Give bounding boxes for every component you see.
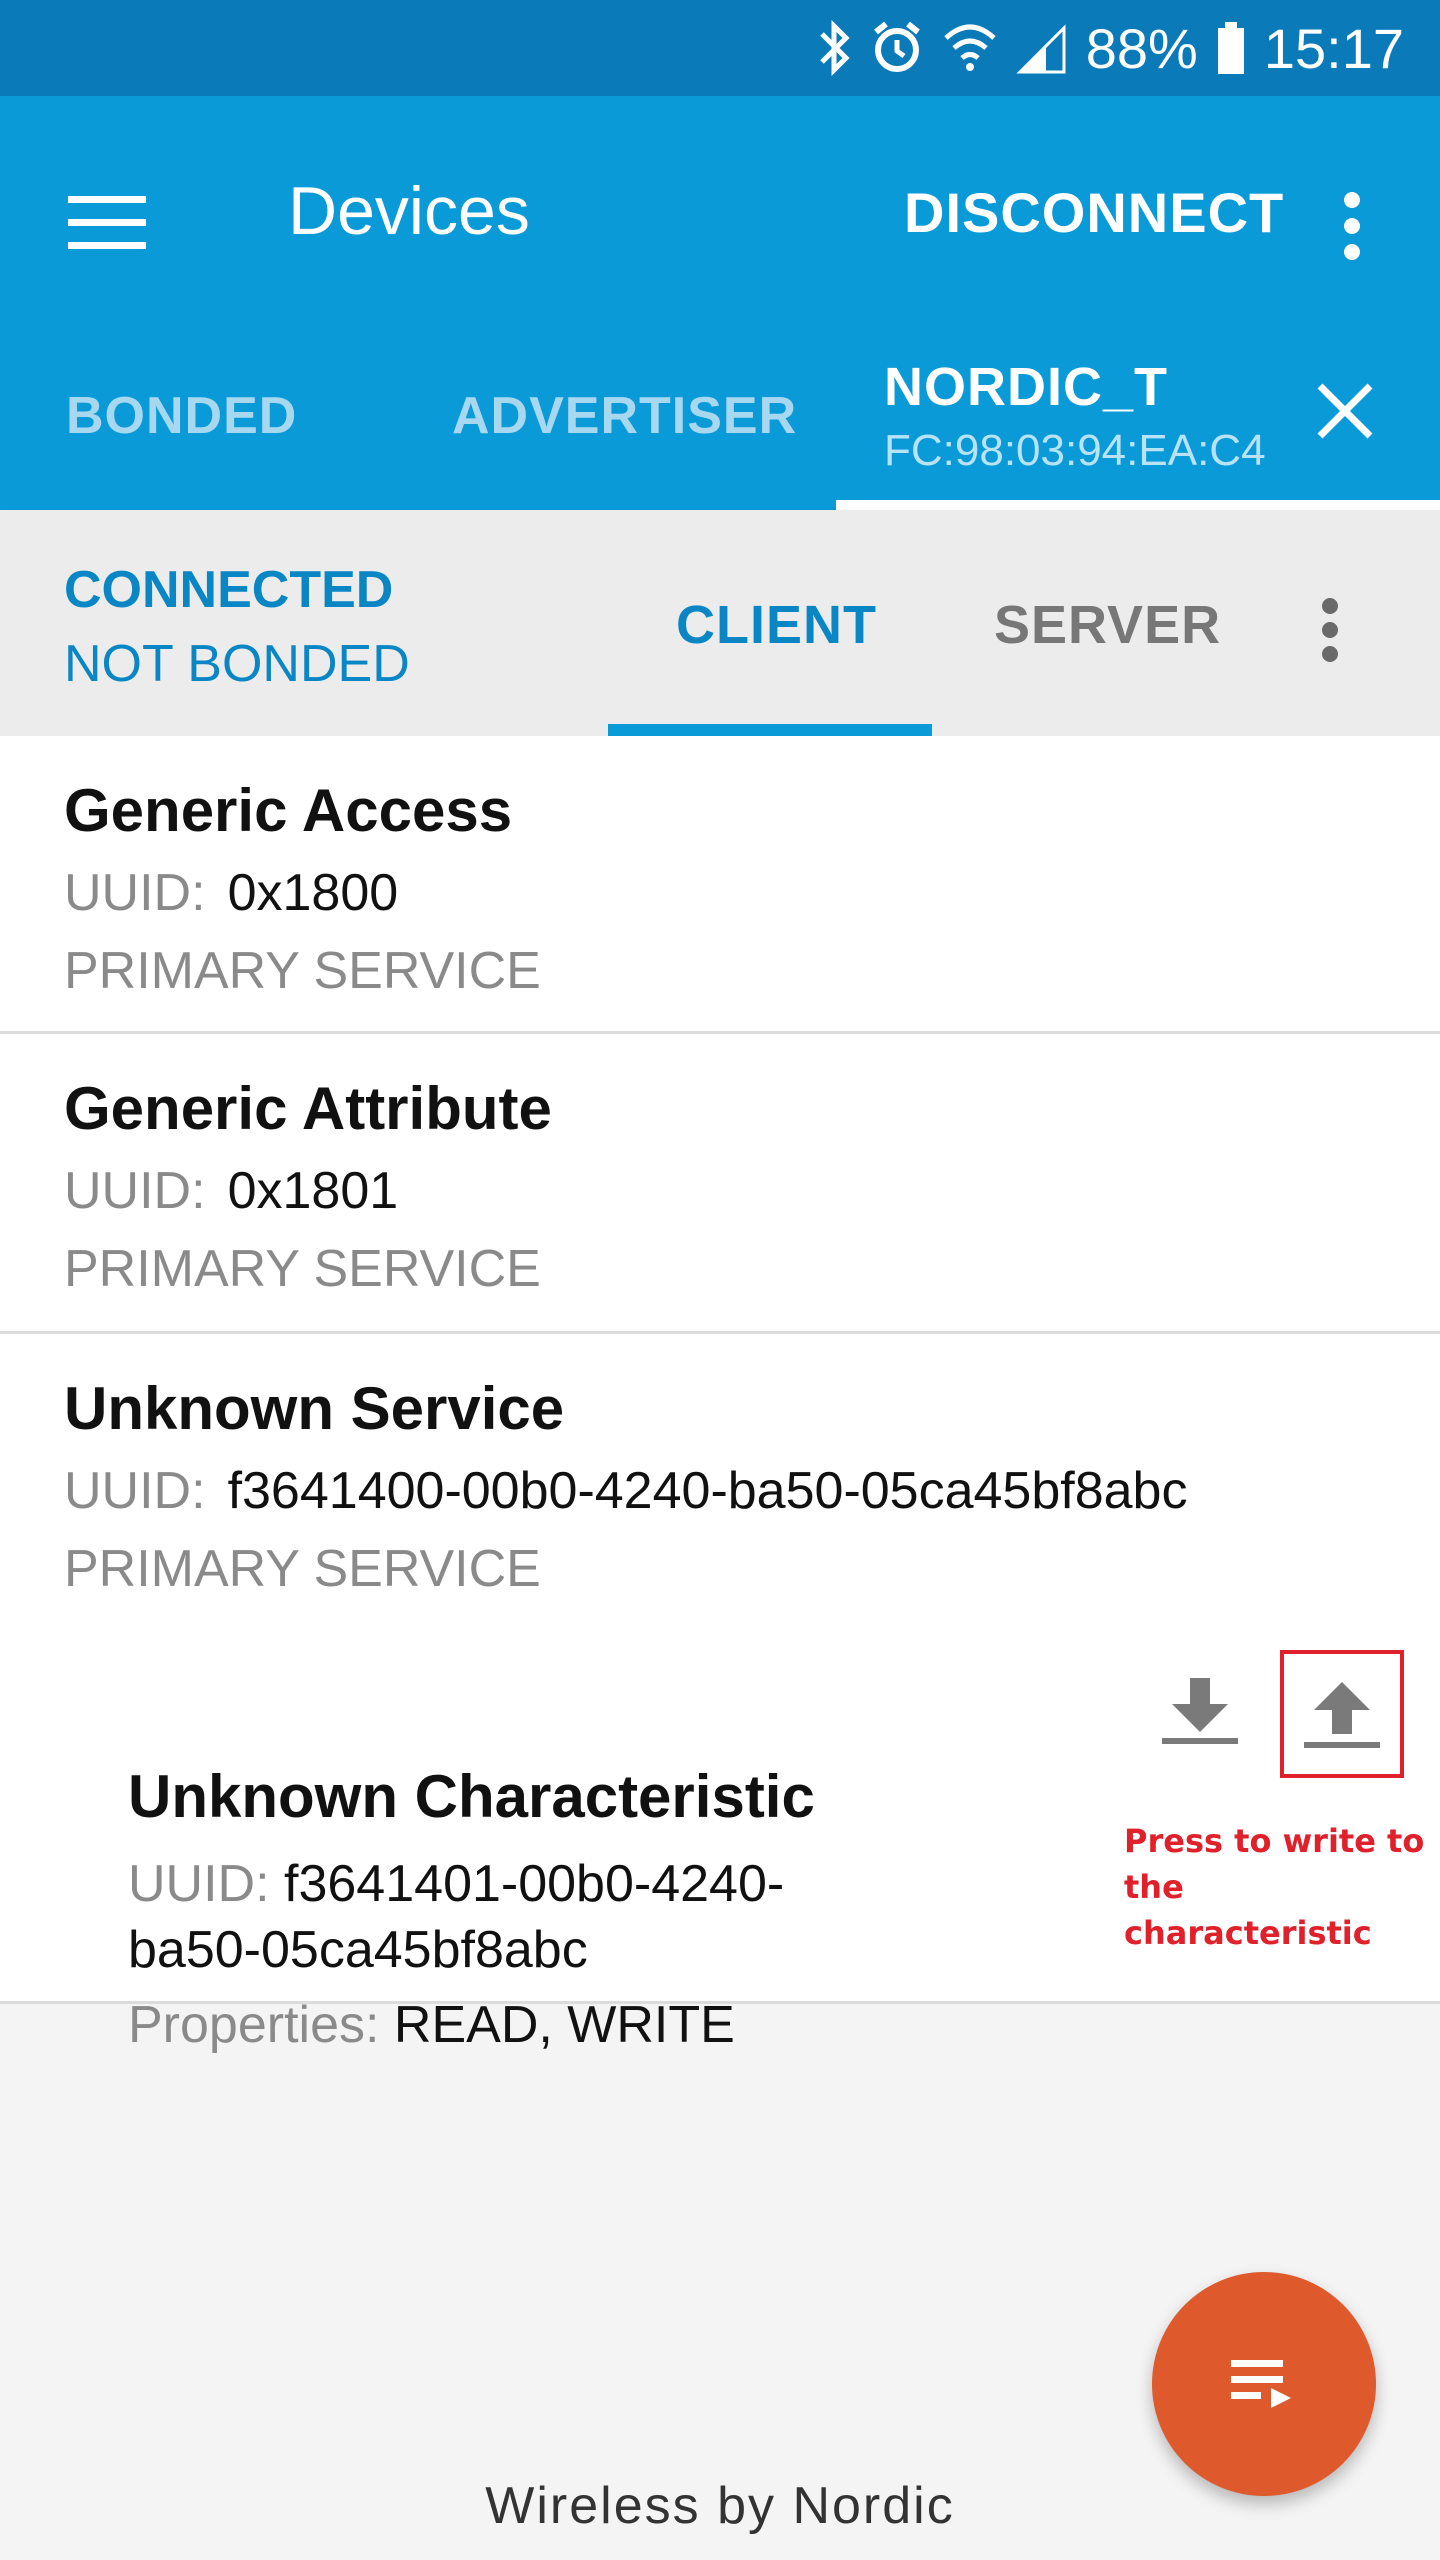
bluetooth-icon xyxy=(818,20,852,76)
close-icon[interactable] xyxy=(1310,376,1380,446)
service-type: PRIMARY SERVICE xyxy=(64,942,541,1000)
wifi-icon xyxy=(942,20,998,76)
service-name: Unknown Service xyxy=(64,1375,565,1442)
characteristic-uuid: UUID: f3641401-00b0-4240-ba50-05ca45bf8a… xyxy=(128,1851,848,1983)
more-options-icon[interactable] xyxy=(1322,176,1382,276)
read-download-icon[interactable] xyxy=(1150,1660,1250,1760)
service-type: PRIMARY SERVICE xyxy=(64,1540,541,1598)
service-name: Generic Attribute xyxy=(64,1075,552,1142)
characteristic-properties: Properties: READ, WRITE xyxy=(128,1995,1428,2055)
service-item[interactable]: Generic Access UUID: 0x1800 PRIMARY SERVI… xyxy=(0,736,1440,1034)
properties-value: READ, WRITE xyxy=(393,1996,735,2054)
service-item[interactable]: Generic Attribute UUID: 0x1801 PRIMARY SE… xyxy=(0,1034,1440,1334)
log-fab-button[interactable] xyxy=(1152,2272,1376,2496)
service-uuid: UUID: 0x1800 xyxy=(64,863,1440,923)
service-uuid: UUID: 0x1801 xyxy=(64,1161,1440,1221)
bond-state: NOT BONDED xyxy=(64,635,410,693)
uuid-label: UUID: xyxy=(64,1462,206,1520)
battery-percent: 88% xyxy=(1085,16,1198,80)
footer-brand: Wireless by Nordic xyxy=(485,2477,955,2535)
app-bar: Devices DISCONNECT BONDED ADVERTISER NOR… xyxy=(0,96,1440,510)
service-type: PRIMARY SERVICE xyxy=(64,1240,541,1298)
uuid-value: f3641400-00b0-4240-ba50-05ca45bf8abc xyxy=(227,1462,1188,1520)
service-uuid: UUID: f3641400-00b0-4240-ba50-05ca45bf8ab… xyxy=(64,1461,1440,1521)
playlist-play-icon xyxy=(1231,2360,1291,2408)
service-name: Generic Access xyxy=(64,777,513,844)
uuid-label: UUID: xyxy=(64,1162,206,1220)
signal-icon xyxy=(1016,20,1068,76)
status-bar: 88% 15:17 xyxy=(0,0,1440,96)
device-mac: FC:98:03:94:EA:C4 xyxy=(884,426,1266,475)
tab-device[interactable]: NORDIC_T FC:98:03:94:EA:C4 xyxy=(884,356,1266,476)
uuid-value: 0x1800 xyxy=(227,864,399,922)
page-title: Devices xyxy=(288,173,530,249)
connection-state: CONNECTED xyxy=(64,561,394,619)
tab-server[interactable]: SERVER xyxy=(994,594,1221,656)
tab-advertiser[interactable]: ADVERTISER xyxy=(452,386,797,446)
disconnect-button[interactable]: DISCONNECT xyxy=(904,180,1284,245)
clock: 15:17 xyxy=(1263,16,1404,80)
client-tab-indicator xyxy=(608,724,932,736)
tab-client[interactable]: CLIENT xyxy=(676,594,877,656)
uuid-label: UUID: xyxy=(128,1855,270,1913)
battery-icon xyxy=(1216,20,1246,76)
alarm-icon xyxy=(870,20,924,76)
device-name: NORDIC_T xyxy=(884,357,1169,417)
connection-more-icon[interactable] xyxy=(1300,580,1360,680)
write-button[interactable] xyxy=(1280,1650,1404,1778)
write-annotation: Press to write to the characteristic xyxy=(1124,1822,1425,1952)
menu-icon[interactable] xyxy=(62,180,152,264)
upload-icon xyxy=(1304,1682,1380,1748)
tab-bonded[interactable]: BONDED xyxy=(66,386,297,446)
uuid-value: 0x1801 xyxy=(227,1162,399,1220)
uuid-label: UUID: xyxy=(64,864,206,922)
services-list: Generic Access UUID: 0x1800 PRIMARY SERVI… xyxy=(0,736,1440,2054)
active-tab-indicator xyxy=(836,500,1440,510)
properties-label: Properties: xyxy=(128,1996,380,2054)
connection-bar: CONNECTED NOT BONDED CLIENT SERVER xyxy=(0,510,1440,736)
